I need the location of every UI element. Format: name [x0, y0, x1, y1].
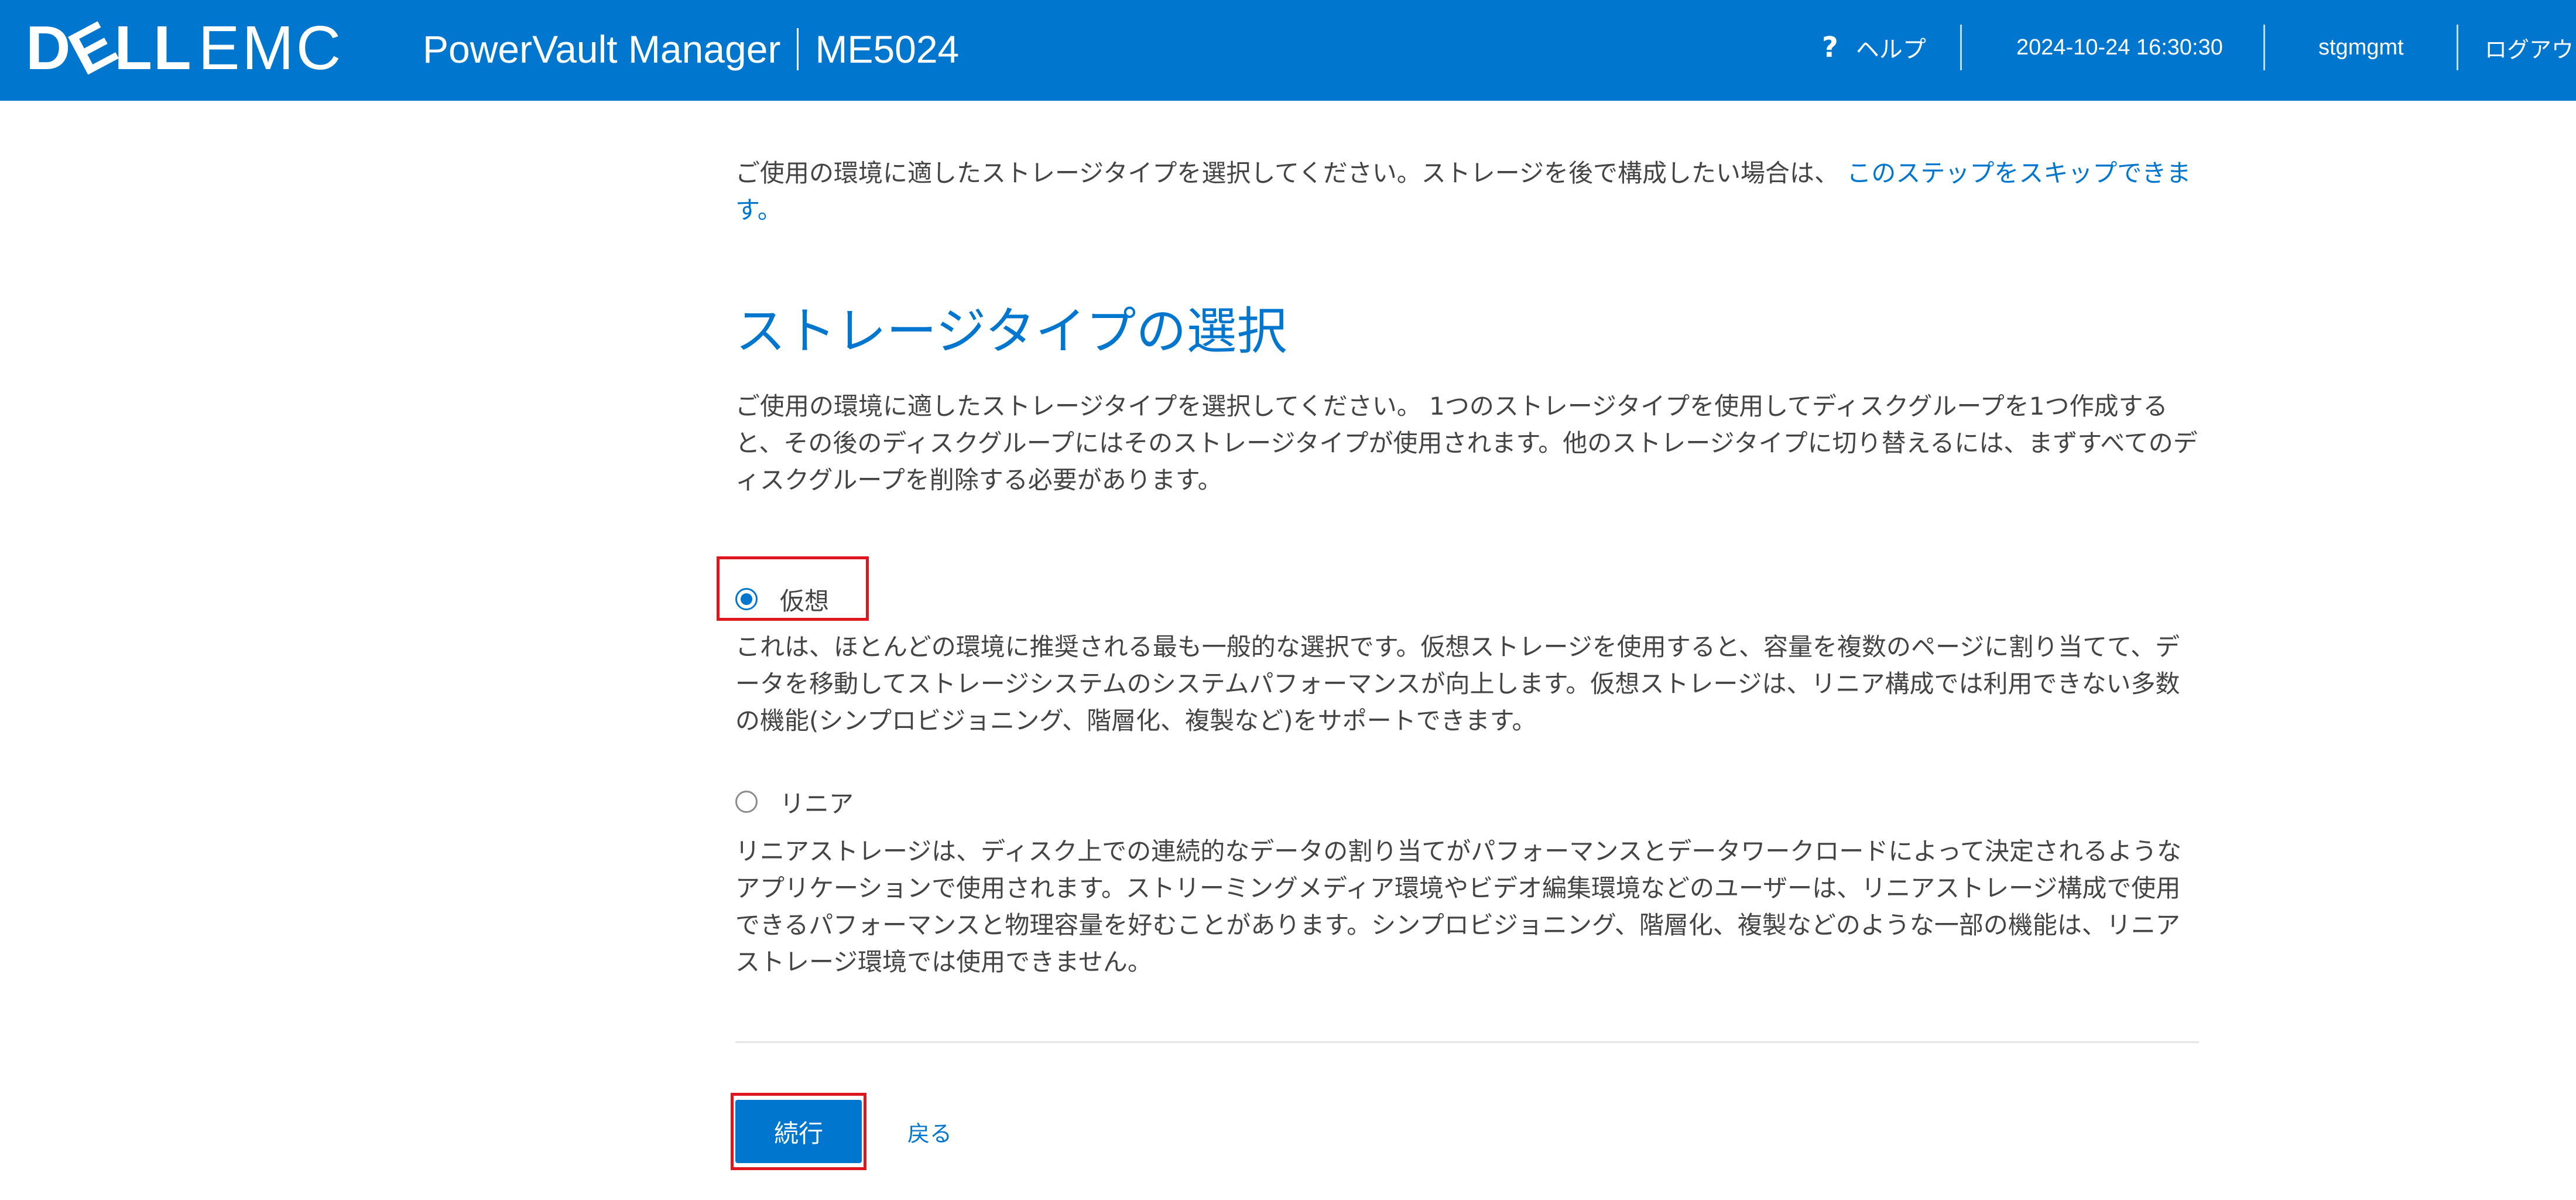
section-divider	[735, 1041, 2199, 1043]
top-header-bar: DELL EMC PowerVault Manager ME5024 ? ヘルプ…	[0, 0, 2576, 101]
intro-message: ご使用の環境に適したストレージタイプを選択してください。ストレージを後で構成した…	[735, 159, 1839, 187]
product-title: PowerVault Manager ME5024	[423, 25, 959, 74]
header-separator	[1960, 25, 1962, 70]
intro-text: ご使用の環境に適したストレージタイプを選択してください。ストレージを後で構成した…	[735, 155, 2199, 228]
logo-dell: DELL	[26, 7, 193, 89]
help-link[interactable]: ? ヘルプ	[1822, 27, 1926, 68]
title-divider	[797, 28, 799, 70]
virtual-description: これは、ほとんどの環境に推奨される最も一般的な選択です。仮想ストレージを使用する…	[735, 633, 2180, 735]
dell-emc-logo: DELL EMC	[26, 7, 344, 89]
radio-button-linear[interactable]	[735, 791, 758, 813]
section-description: ご使用の環境に適したストレージタイプを選択してください。 1つのストレージタイプ…	[735, 392, 2198, 494]
page-title: ストレージタイプの選択	[735, 302, 1287, 361]
back-link[interactable]: 戻る	[907, 1117, 952, 1147]
linear-description: リニアストレージは、ディスク上での連続的なデータの割り当てがパフォーマンスとデー…	[735, 837, 2182, 976]
radio-label-linear: リニア	[780, 789, 854, 818]
radio-option-linear[interactable]: リニア	[735, 781, 854, 822]
model-name: ME5024	[815, 28, 960, 71]
header-separator	[2457, 25, 2458, 70]
help-icon: ?	[1822, 31, 1838, 64]
product-name: PowerVault Manager	[423, 28, 781, 71]
help-label: ヘルプ	[1855, 36, 1926, 63]
logout-link[interactable]: ログアウ	[2485, 27, 2574, 68]
header-separator	[2263, 25, 2265, 70]
radio-option-virtual[interactable]: 仮想	[735, 579, 829, 620]
radio-label-virtual: 仮想	[780, 586, 830, 616]
radio-button-virtual[interactable]	[735, 588, 758, 610]
continue-button[interactable]: 続行	[735, 1100, 862, 1163]
user-name[interactable]: stgmgmt	[2318, 27, 2404, 68]
current-datetime: 2024-10-24 16:30:30	[2016, 35, 2223, 60]
logo-emc: EMC	[198, 13, 344, 83]
